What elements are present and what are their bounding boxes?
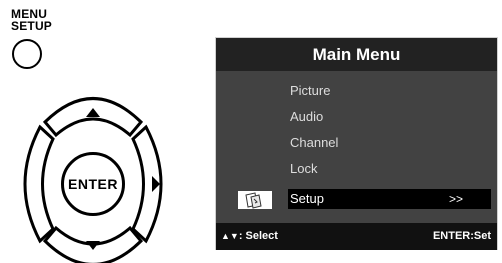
footer-select-label: : Select <box>238 230 278 242</box>
up-down-arrows-icon: ▲▼ <box>221 231 239 241</box>
menu-item-label: Picture <box>290 83 331 98</box>
menu-item-label: Channel <box>290 135 339 150</box>
menu-item-label: Audio <box>290 109 324 124</box>
menu-title: Main Menu <box>216 38 497 71</box>
enter-button-label: ENTER <box>68 176 118 192</box>
up-button[interactable] <box>55 100 131 130</box>
right-button[interactable] <box>136 140 166 230</box>
menu-item-label: Lock <box>290 161 318 176</box>
down-button[interactable] <box>55 228 131 258</box>
menu-item-label: Setup <box>290 191 324 206</box>
footer-enter-hint: ENTER:Set <box>432 230 491 242</box>
footer-select-hint: ▲▼: Select <box>221 230 278 242</box>
menu-body: Picture Audio Channel Lock Setup >> <box>216 71 497 223</box>
menu-item-lock[interactable]: Lock <box>288 159 488 179</box>
setup-icon <box>238 191 272 209</box>
left-button[interactable] <box>20 140 50 230</box>
remote-control: MENU SETUP ENTER <box>0 0 205 263</box>
menu-item-channel[interactable]: Channel <box>288 133 488 153</box>
main-menu-panel: Main Menu Picture Audio Channel Lock Set… <box>215 37 498 250</box>
menu-item-setup[interactable]: Setup >> <box>288 189 491 209</box>
submenu-indicator: >> <box>448 192 463 206</box>
menu-footer: ▲▼: Select ENTER:Set <box>216 223 497 250</box>
menu-item-audio[interactable]: Audio <box>288 107 488 127</box>
menu-item-picture[interactable]: Picture <box>288 81 488 101</box>
enter-button[interactable]: ENTER <box>61 152 125 216</box>
